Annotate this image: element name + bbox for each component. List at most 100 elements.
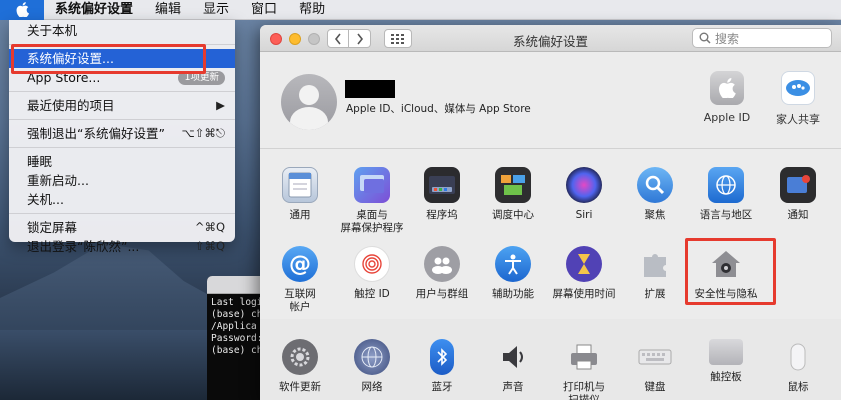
fingerprint-icon [354, 246, 390, 282]
search-icon [699, 32, 711, 44]
pane-touch-id[interactable]: 触控 ID [336, 246, 408, 301]
pane-internet-accounts[interactable]: @ 互联网 帐户 [264, 246, 336, 314]
apple-id-pane[interactable]: Apple ID [697, 71, 757, 124]
pane-desktop-screensaver[interactable]: 桌面与 屏幕保护程序 [336, 167, 408, 235]
family-sharing-icon [781, 71, 815, 105]
menu-item-shortcut: ⌥⇧⌘⎋ [181, 126, 225, 140]
terminal-line: (base) che [211, 345, 267, 356]
pane-sound[interactable]: 声音 [477, 339, 549, 394]
pane-label: 网络 [361, 381, 383, 393]
pane-users-groups[interactable]: 用户与群组 [406, 246, 478, 301]
general-icon [282, 167, 318, 203]
pane-keyboard[interactable]: 键盘 [619, 339, 691, 394]
pane-accessibility[interactable]: 辅助功能 [477, 246, 549, 301]
pane-label: 键盘 [644, 381, 666, 393]
pane-label: 扩展 [644, 288, 666, 300]
menu-item-label: 重新启动... [27, 173, 89, 188]
pane-software-update[interactable]: 软件更新 [264, 339, 336, 394]
mouse-icon [780, 339, 816, 375]
menu-separator [9, 213, 235, 214]
menubar-help[interactable]: 帮助 [288, 0, 336, 20]
family-sharing-pane[interactable]: 家人共享 [768, 71, 828, 127]
terminal-line: Last logi [211, 297, 263, 308]
pane-mission-control[interactable]: 调度中心 [477, 167, 549, 222]
terminal-line: Password: [211, 333, 263, 344]
menu-separator [9, 119, 235, 120]
terminal-output: Last logi (base) che /Applica Password: … [207, 294, 267, 360]
pane-label: 屏幕使用时间 [552, 288, 616, 300]
prefs-row-3: 软件更新 网络 蓝牙 声音 打印机与 扫描仪 键盘 触控板 鼠标 [260, 319, 841, 400]
family-sharing-label: 家人共享 [776, 113, 820, 126]
menu-item-recent-items[interactable]: 最近使用的项目 ▶ [9, 96, 235, 115]
search-field[interactable]: 搜索 [692, 28, 832, 48]
pane-label: 调度中心 [492, 209, 534, 221]
pane-printers-scanners[interactable]: 打印机与 扫描仪 [548, 339, 620, 400]
pane-label: 打印机与 扫描仪 [563, 381, 605, 400]
menu-separator [9, 91, 235, 92]
pane-label: 程序坞 [426, 209, 458, 221]
pane-label: 辅助功能 [492, 288, 534, 300]
pane-label: 桌面与 屏幕保护程序 [340, 209, 404, 234]
pane-general[interactable]: 通用 [264, 167, 336, 222]
menu-item-label: 锁定屏幕 [27, 220, 78, 235]
pane-siri[interactable]: Siri [548, 167, 620, 222]
menu-item-log-out[interactable]: 退出登录“陈欣然”... ⇧⌘Q [9, 237, 235, 256]
menubar-app-name[interactable]: 系统偏好设置 [44, 0, 144, 20]
desktop-screensaver-icon [354, 167, 390, 203]
user-subtitle: Apple ID、iCloud、媒体与 App Store [346, 103, 531, 115]
menu-item-about[interactable]: 关于本机 [9, 21, 235, 40]
pane-spotlight[interactable]: 聚焦 [619, 167, 691, 222]
menu-item-sleep[interactable]: 睡眠 [9, 152, 235, 171]
pane-screen-time[interactable]: 屏幕使用时间 [548, 246, 620, 301]
menu-item-label: 退出登录“陈欣然”... [27, 239, 140, 254]
apple-menu-button[interactable] [0, 0, 44, 20]
pane-language-region[interactable]: 语言与地区 [690, 167, 762, 222]
menu-item-label: 关机... [27, 192, 64, 207]
pane-notifications[interactable]: 通知 [762, 167, 834, 222]
accessibility-icon [495, 246, 531, 282]
terminal-line: (base) che [211, 309, 267, 320]
menu-item-restart[interactable]: 重新启动... [9, 171, 235, 190]
pane-bluetooth[interactable]: 蓝牙 [406, 339, 478, 394]
spotlight-icon [637, 167, 673, 203]
pane-label: 语言与地区 [699, 209, 753, 221]
menubar-view[interactable]: 显示 [192, 0, 240, 20]
menu-item-shutdown[interactable]: 关机... [9, 190, 235, 209]
prefs-row-1: 通用 桌面与 屏幕保护程序 程序坞 调度中心 Siri 聚焦 语言与地区 通知 [260, 165, 841, 242]
pane-trackpad[interactable]: 触控板 [690, 339, 762, 384]
menu-item-lock-screen[interactable]: 锁定屏幕 ^⌘Q [9, 218, 235, 237]
menubar-window[interactable]: 窗口 [240, 0, 288, 20]
pane-label: 软件更新 [279, 381, 321, 393]
apple-id-icon [710, 71, 744, 105]
terminal-titlebar[interactable] [207, 276, 267, 294]
mission-control-icon [495, 167, 531, 203]
pane-label: 通用 [289, 209, 311, 221]
terminal-window[interactable]: Last logi (base) che /Applica Password: … [207, 276, 267, 400]
menu-item-label: 强制退出“系统偏好设置” [27, 126, 165, 141]
user-name-redacted [345, 80, 395, 98]
menubar-edit[interactable]: 编辑 [144, 0, 192, 20]
security-privacy-highlight [685, 238, 776, 305]
dock-icon [424, 167, 460, 203]
pane-extensions[interactable]: 扩展 [619, 246, 691, 301]
menu-item-label: 睡眠 [27, 154, 53, 169]
menu-bar: 系统偏好设置 编辑 显示 窗口 帮助 [0, 0, 841, 20]
notifications-icon [780, 167, 816, 203]
pane-label: 鼠标 [787, 381, 809, 393]
network-globe-icon [354, 339, 390, 375]
user-avatar[interactable] [281, 74, 337, 130]
menu-item-label: 最近使用的项目 [27, 98, 115, 113]
trackpad-icon [709, 339, 743, 365]
language-region-icon [708, 167, 744, 203]
menu-item-shortcut: ⇧⌘Q [194, 239, 225, 253]
pane-mouse[interactable]: 鼠标 [762, 339, 834, 394]
speaker-icon [495, 339, 531, 375]
pane-label: 触控板 [710, 371, 742, 383]
menu-item-force-quit[interactable]: 强制退出“系统偏好设置” ⌥⇧⌘⎋ [9, 124, 235, 143]
submenu-arrow-icon: ▶ [216, 98, 225, 112]
search-placeholder: 搜索 [715, 31, 740, 46]
pane-dock[interactable]: 程序坞 [406, 167, 478, 222]
terminal-line: /Applica [211, 321, 257, 332]
siri-icon [566, 167, 602, 203]
pane-network[interactable]: 网络 [336, 339, 408, 394]
